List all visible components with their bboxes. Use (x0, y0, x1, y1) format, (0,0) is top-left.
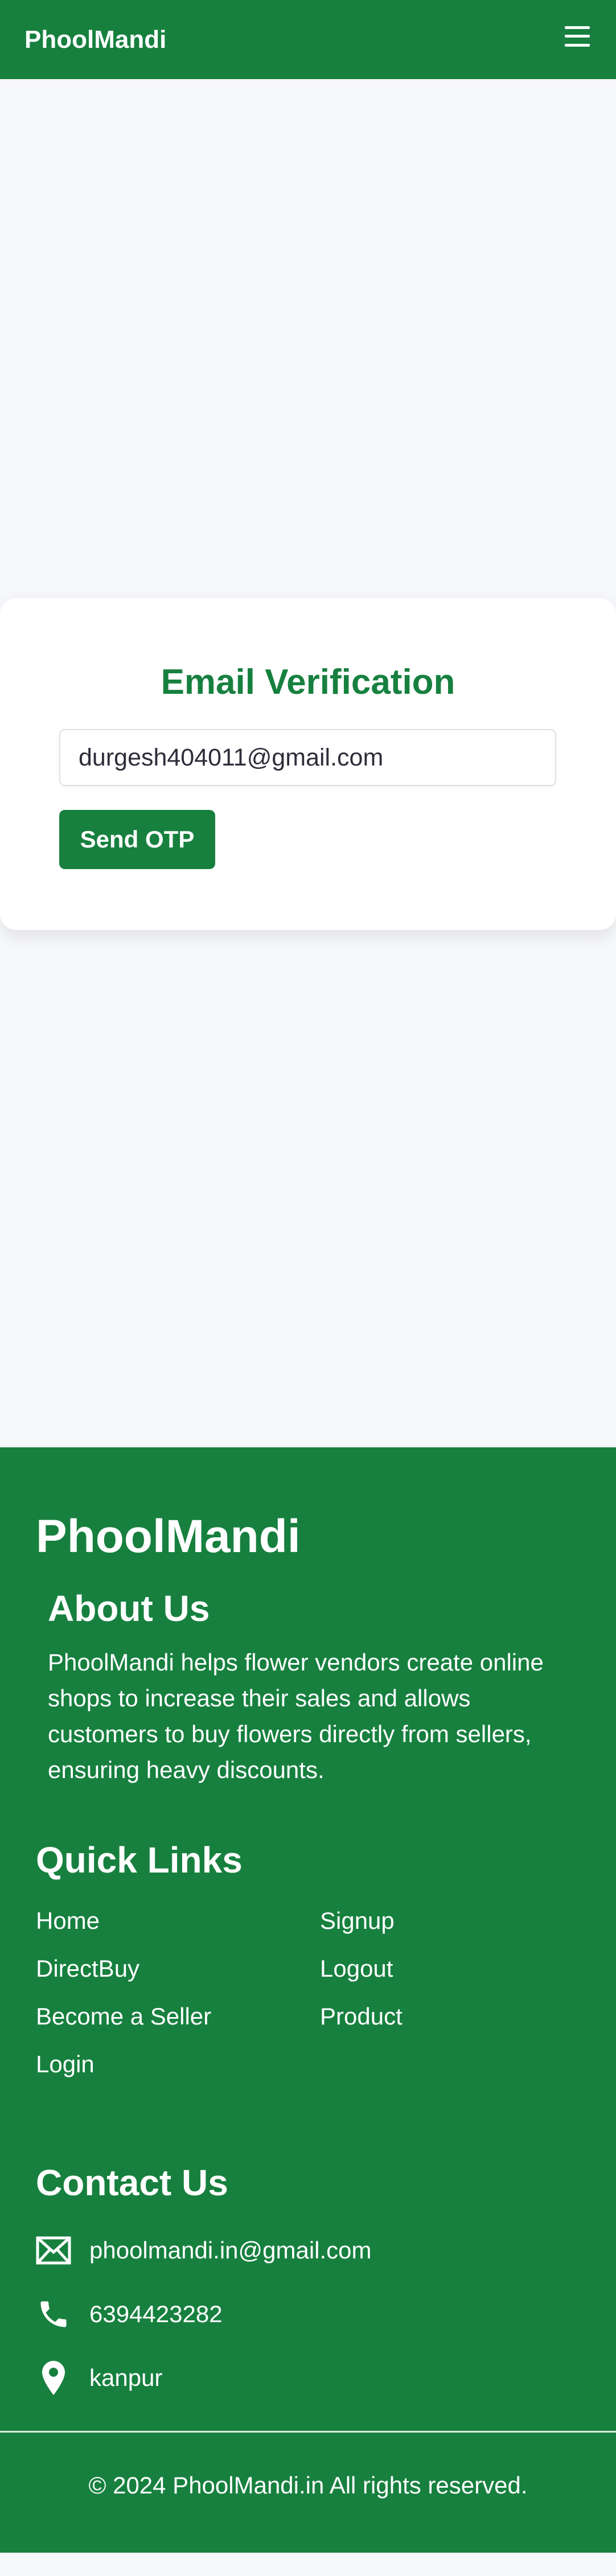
contact-phone[interactable]: 6394423282 (89, 2301, 223, 2328)
email-input[interactable] (59, 729, 556, 786)
verification-title: Email Verification (161, 662, 455, 702)
contact-phone-row: 6394423282 (36, 2297, 223, 2332)
envelope-icon (36, 2233, 71, 2268)
footer: PhoolMandi About Us PhoolMandi helps flo… (0, 1447, 616, 2553)
location-pin-icon (36, 2360, 71, 2396)
contact-email[interactable]: phoolmandi.in@gmail.com (89, 2237, 372, 2264)
send-otp-button[interactable]: Send OTP (59, 810, 215, 869)
menu-bar (565, 35, 590, 38)
contact-email-row: phoolmandi.in@gmail.com (36, 2233, 372, 2268)
about-text: PhoolMandi helps flower vendors create o… (48, 1649, 544, 1783)
quick-links-title: Quick Links (36, 1840, 243, 1880)
link-product[interactable]: Product (320, 2003, 403, 2030)
contact-location-row: kanpur (36, 2360, 162, 2396)
contact-location: kanpur (89, 2364, 163, 2391)
footer-brand: PhoolMandi (36, 1511, 301, 1562)
main-content: Email Verification Send OTP (0, 79, 616, 1447)
hamburger-menu-icon[interactable] (565, 26, 590, 47)
about-title: About Us (48, 1588, 210, 1629)
copyright: © 2024 PhoolMandi.in All rights reserved… (88, 2472, 528, 2499)
link-become-seller[interactable]: Become a Seller (36, 2003, 211, 2030)
link-home[interactable]: Home (36, 1907, 100, 1935)
contact-title: Contact Us (36, 2162, 228, 2203)
menu-bar (565, 43, 590, 47)
link-directbuy[interactable]: DirectBuy (36, 1955, 139, 1982)
link-logout[interactable]: Logout (320, 1955, 393, 1982)
phone-icon (36, 2297, 71, 2332)
link-login[interactable]: Login (36, 2051, 95, 2078)
brand-logo[interactable]: PhoolMandi (24, 26, 166, 54)
navbar: PhoolMandi (0, 0, 616, 79)
email-verification-card: Email Verification Send OTP (0, 598, 616, 930)
menu-bar (565, 26, 590, 29)
link-signup[interactable]: Signup (320, 1907, 395, 1935)
footer-divider (0, 2431, 616, 2433)
